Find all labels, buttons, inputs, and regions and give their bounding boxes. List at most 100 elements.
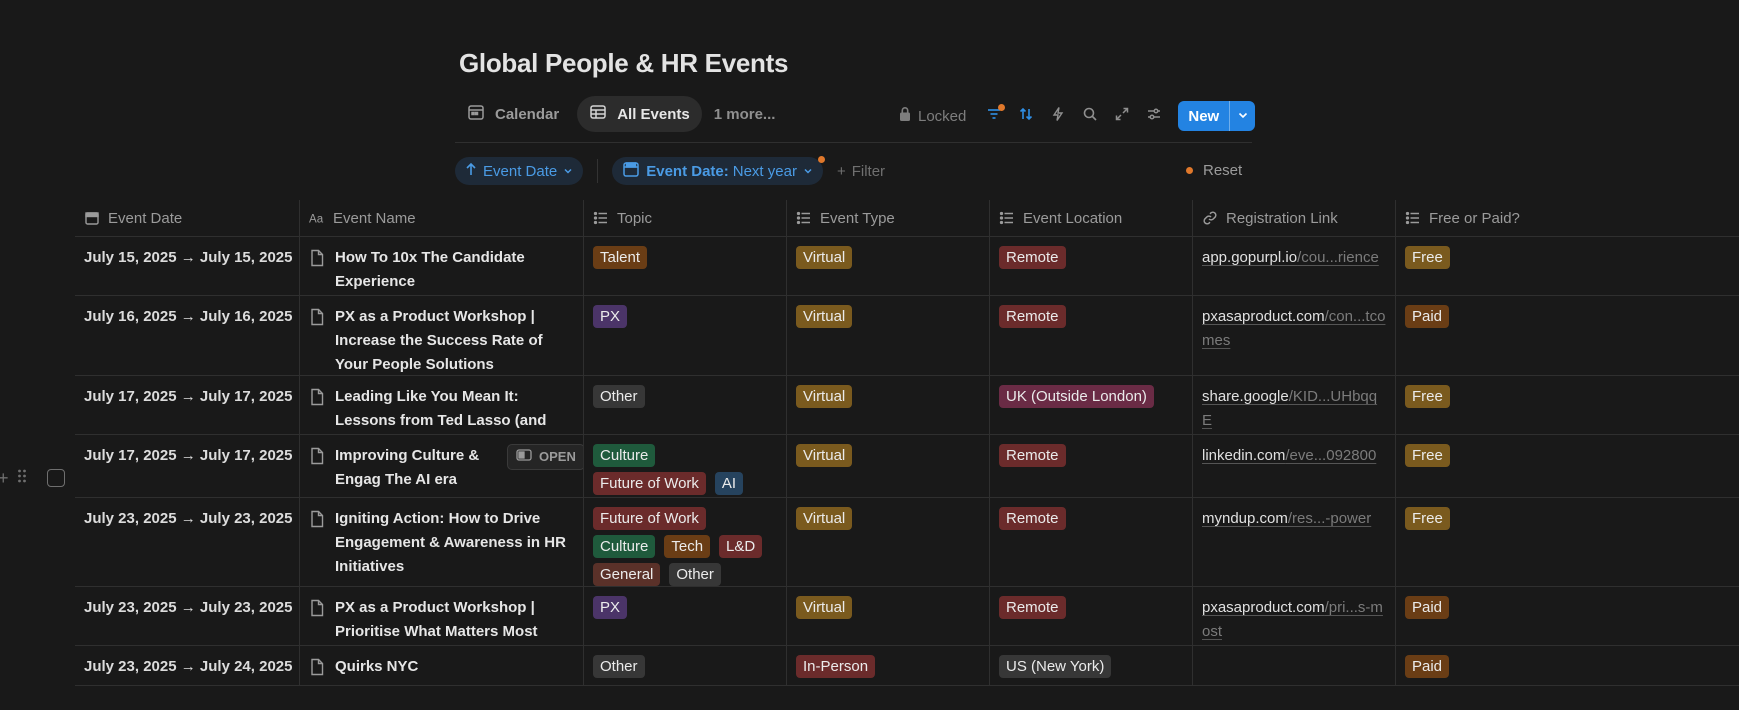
event-location-cell[interactable]: Remote — [990, 587, 1193, 645]
reset-button[interactable]: Reset — [1186, 162, 1242, 179]
registration-link[interactable]: pxasaproduct.com/pri...s-most — [1202, 599, 1383, 640]
column-header-label: Free or Paid? — [1429, 209, 1520, 227]
topic-cell[interactable]: PX — [584, 587, 787, 645]
settings-button[interactable] — [1138, 102, 1170, 130]
registration-link[interactable]: myndup.com/res...-power — [1202, 510, 1371, 527]
event-date-cell[interactable]: July 23, 2025 → July 23, 2025 — [75, 498, 300, 586]
drag-handle-icon[interactable] — [17, 468, 27, 488]
topic-cell[interactable]: Future of Work Culture Tech L&D General Other — [584, 498, 787, 586]
link-domain: linkedin.com — [1202, 447, 1286, 464]
event-type-cell[interactable]: Virtual — [787, 296, 990, 375]
search-button[interactable] — [1074, 102, 1106, 130]
new-dropdown-button[interactable] — [1229, 101, 1255, 131]
event-location-cell[interactable]: Remote — [990, 435, 1193, 497]
open-button[interactable]: OPEN — [507, 444, 583, 470]
registration-link-cell[interactable] — [1193, 646, 1396, 685]
topic-cell[interactable]: Other — [584, 646, 787, 685]
table-row[interactable]: July 23, 2025 → July 24, 2025 Quirks NYC O… — [75, 646, 1739, 686]
column-header-event-type[interactable]: Event Type — [787, 200, 990, 236]
tag: General — [593, 563, 661, 586]
event-type-cell[interactable]: Virtual — [787, 498, 990, 586]
free-or-paid-cell[interactable]: Paid — [1396, 587, 1739, 645]
event-type-cell[interactable]: Virtual — [787, 376, 990, 434]
add-filter-button[interactable]: + Filter — [837, 163, 885, 180]
event-name-cell[interactable]: How To 10x The Candidate Experience — [300, 237, 584, 295]
filter-button[interactable] — [978, 102, 1010, 130]
registration-link-cell[interactable]: share.google/KID...UHbqqE — [1193, 376, 1396, 434]
table-row[interactable]: July 16, 2025 → July 16, 2025 PX as a Pro… — [75, 296, 1739, 376]
column-header-free-or-paid[interactable]: Free or Paid? — [1396, 200, 1739, 236]
free-or-paid-cell[interactable]: Free — [1396, 237, 1739, 295]
table-row[interactable]: July 23, 2025 → July 23, 2025 Igniting Ac… — [75, 498, 1739, 587]
registration-link-cell[interactable]: app.gopurpl.io/cou...rience — [1193, 237, 1396, 295]
registration-link[interactable]: pxasaproduct.com/con...tcomes — [1202, 308, 1385, 349]
free-or-paid-cell[interactable]: Paid — [1396, 646, 1739, 685]
registration-link-cell[interactable]: pxasaproduct.com/con...tcomes — [1193, 296, 1396, 375]
date-filter-value: Next year — [732, 162, 797, 180]
event-name-cell[interactable]: Improving Culture & Engag The AI era OPEN — [300, 435, 584, 497]
event-name-cell[interactable]: PX as a Product Workshop | Increase the … — [300, 296, 584, 375]
event-type-cell[interactable]: In-Person — [787, 646, 990, 685]
table-row[interactable]: July 15, 2025 → July 15, 2025 How To 10x … — [75, 237, 1739, 296]
topic-cell[interactable]: Culture Future of Work AI — [584, 435, 787, 497]
sort-button[interactable] — [1010, 102, 1042, 130]
event-date-cell[interactable]: July 23, 2025 → July 23, 2025 — [75, 587, 300, 645]
automation-button[interactable] — [1042, 102, 1074, 130]
row-checkbox[interactable] — [46, 469, 65, 487]
new-button[interactable]: New — [1178, 101, 1229, 131]
more-views-button[interactable]: 1 more... — [708, 106, 782, 123]
page-icon — [309, 507, 325, 579]
event-name-cell[interactable]: PX as a Product Workshop | Prioritise Wh… — [300, 587, 584, 645]
free-or-paid-cell[interactable]: Free — [1396, 376, 1739, 434]
tab-all-events[interactable]: All Events — [577, 96, 702, 132]
registration-link-cell[interactable]: myndup.com/res...-power — [1193, 498, 1396, 586]
topic-cell[interactable]: PX — [584, 296, 787, 375]
free-or-paid-cell[interactable]: Paid — [1396, 296, 1739, 375]
tab-calendar[interactable]: Calendar — [455, 96, 571, 132]
page-icon — [309, 246, 325, 294]
chevron-down-icon — [1237, 108, 1249, 125]
event-date-cell[interactable]: July 17, 2025 → July 17, 2025 — [75, 376, 300, 434]
event-type-cell[interactable]: Virtual — [787, 435, 990, 497]
sort-chip[interactable]: Event Date — [455, 157, 584, 185]
event-date-cell[interactable]: July 23, 2025 → July 24, 2025 — [75, 646, 300, 685]
free-or-paid-cell[interactable]: Free — [1396, 435, 1739, 497]
event-name-cell[interactable]: Igniting Action: How to Drive Engagement… — [300, 498, 584, 586]
locked-indicator[interactable]: Locked — [898, 106, 966, 126]
tag: Virtual — [796, 305, 853, 328]
event-location-cell[interactable]: Remote — [990, 498, 1193, 586]
registration-link-cell[interactable]: linkedin.com/eve...092800 — [1193, 435, 1396, 497]
event-location-cell[interactable]: Remote — [990, 296, 1193, 375]
table-row[interactable]: July 23, 2025 → July 23, 2025 PX as a Pro… — [75, 587, 1739, 646]
event-name-cell[interactable]: Leading Like You Mean It: Lessons from T… — [300, 376, 584, 434]
topic-cell[interactable]: Talent — [584, 237, 787, 295]
column-header-topic[interactable]: Topic — [584, 200, 787, 236]
event-date-cell[interactable]: July 16, 2025 → July 16, 2025 — [75, 296, 300, 375]
filter-bar: Event Date Event Date: Next year + Filter — [455, 156, 885, 185]
svg-text:Aa: Aa — [309, 213, 324, 225]
column-header-event-name[interactable]: Aa Event Name — [300, 200, 584, 236]
registration-link[interactable]: app.gopurpl.io/cou...rience — [1202, 249, 1379, 266]
event-location-cell[interactable]: UK (Outside London) — [990, 376, 1193, 434]
event-type-cell[interactable]: Virtual — [787, 237, 990, 295]
event-date-cell[interactable]: July 15, 2025 → July 15, 2025 — [75, 237, 300, 295]
column-header-label: Topic — [617, 209, 653, 227]
topic-cell[interactable]: Other — [584, 376, 787, 434]
registration-link-cell[interactable]: pxasaproduct.com/pri...s-most — [1193, 587, 1396, 645]
table-row[interactable]: July 17, 2025 → July 17, 2025 Leading Lik… — [75, 376, 1739, 435]
event-location-cell[interactable]: US (New York) — [990, 646, 1193, 685]
registration-link[interactable]: linkedin.com/eve...092800 — [1202, 447, 1376, 464]
column-header-event-location[interactable]: Event Location — [990, 200, 1193, 236]
event-date-cell[interactable]: July 17, 2025 → July 17, 2025 — [75, 435, 300, 497]
registration-link[interactable]: share.google/KID...UHbqqE — [1202, 388, 1377, 429]
column-header-registration-link[interactable]: Registration Link — [1193, 200, 1396, 236]
add-row-icon[interactable]: + — [0, 468, 9, 489]
column-header-event-date[interactable]: Event Date — [75, 200, 300, 236]
event-type-cell[interactable]: Virtual — [787, 587, 990, 645]
date-filter-chip[interactable]: Event Date: Next year — [612, 156, 825, 185]
event-location-cell[interactable]: Remote — [990, 237, 1193, 295]
table-row[interactable]: July 17, 2025 → July 17, 2025 Improving C… — [75, 435, 1739, 498]
expand-button[interactable] — [1106, 102, 1138, 130]
event-name-cell[interactable]: Quirks NYC — [300, 646, 584, 685]
free-or-paid-cell[interactable]: Free — [1396, 498, 1739, 586]
